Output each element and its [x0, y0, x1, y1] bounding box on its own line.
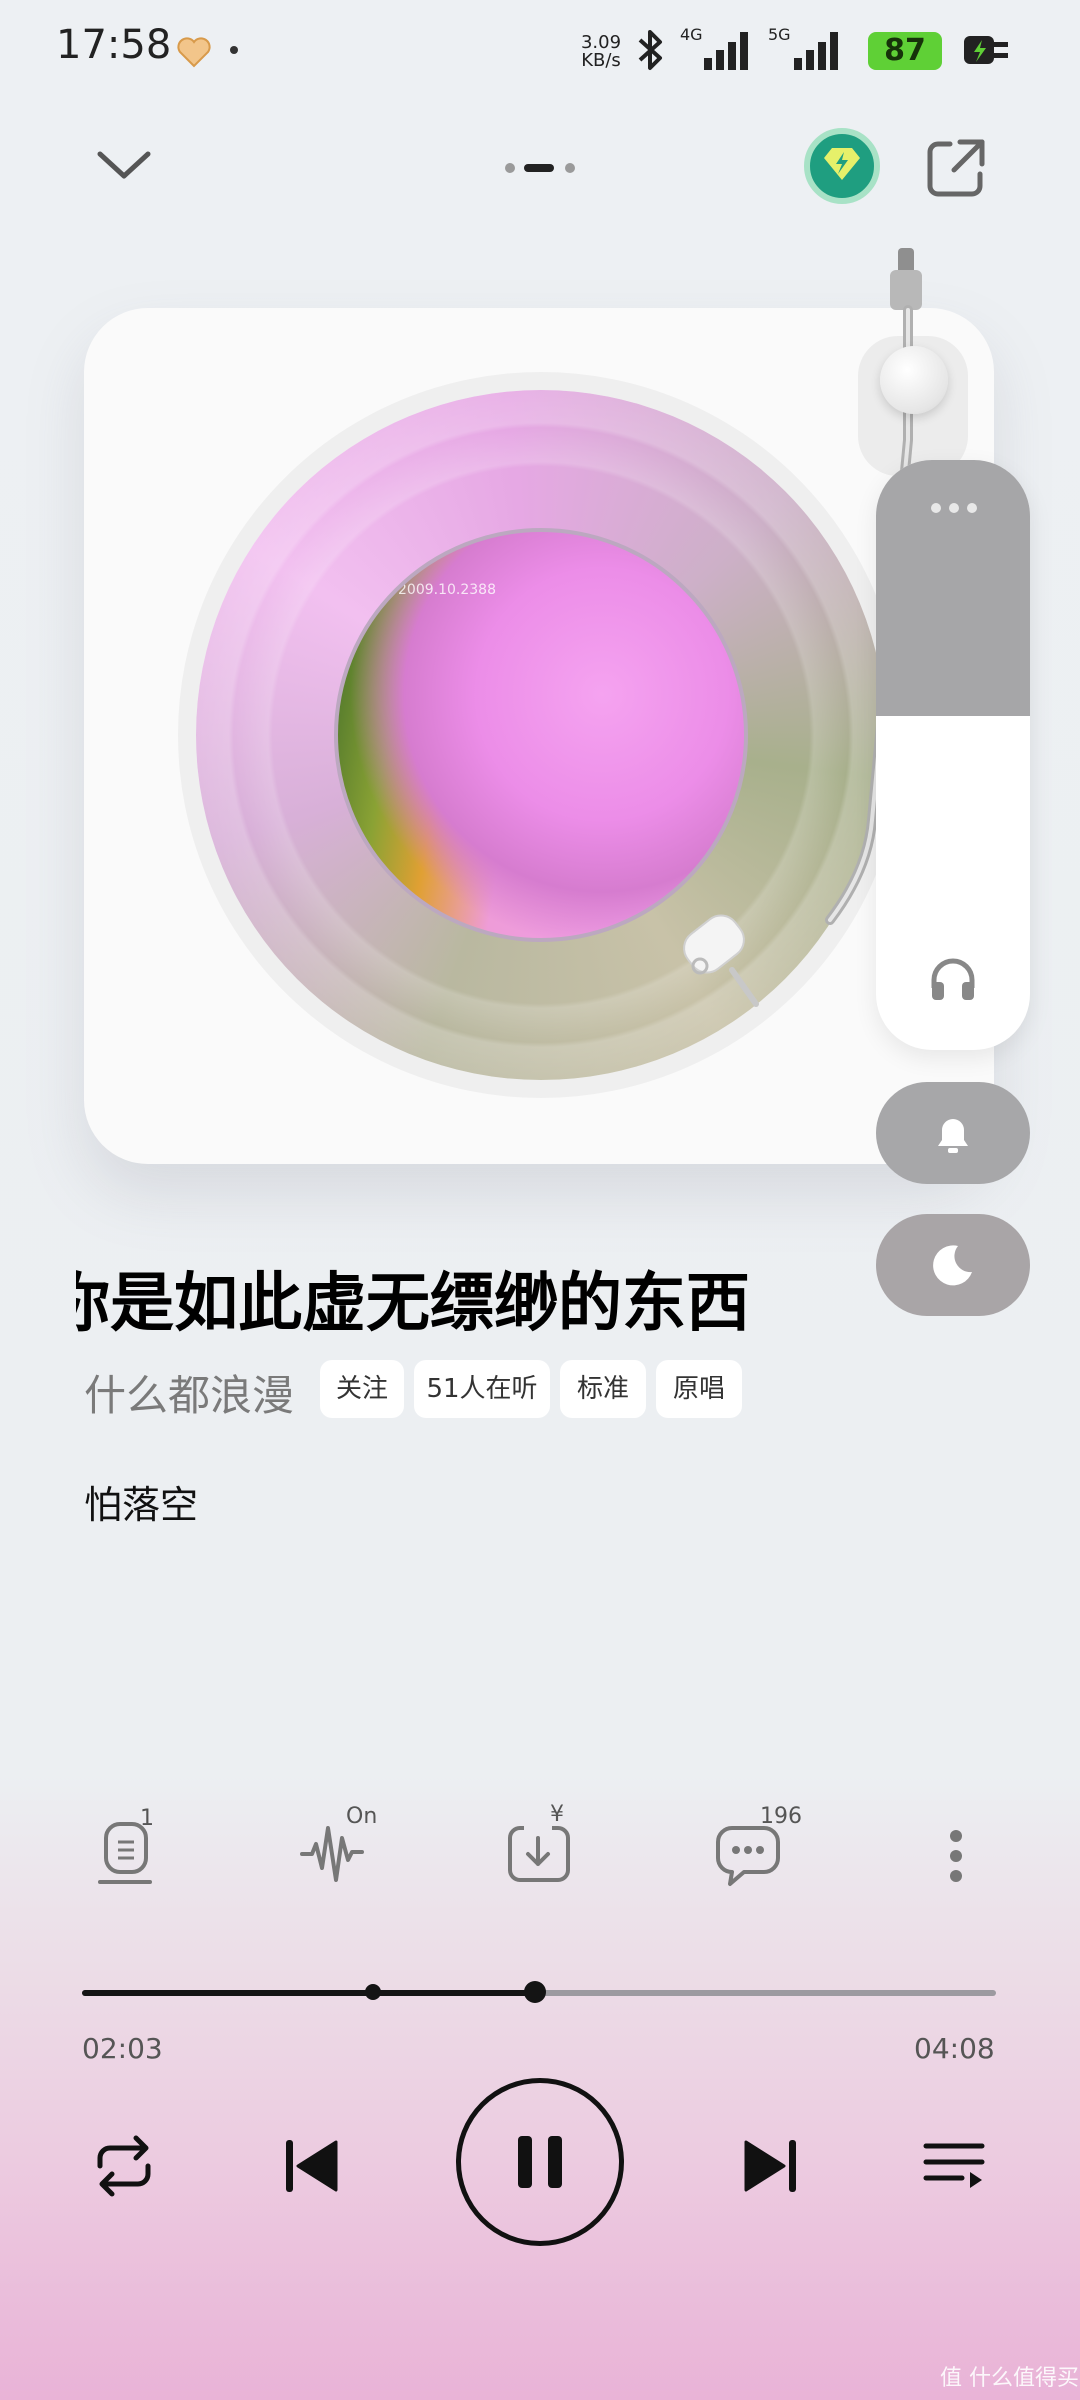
more-dots-icon[interactable] [928, 500, 980, 516]
follow-button[interactable]: 关注 [320, 1360, 404, 1418]
bluetooth-icon [638, 30, 662, 70]
network-speed: 3.09 KB/s [576, 34, 626, 70]
listener-count-chip[interactable]: 51人在听 [414, 1360, 550, 1418]
lyrics-poster-button[interactable]: 1 [90, 1806, 170, 1894]
share-button[interactable] [920, 132, 992, 204]
repeat-button[interactable] [84, 2126, 164, 2206]
progress-climax-marker[interactable] [364, 1984, 381, 2000]
signal-4g-icon: 4G [680, 25, 748, 70]
total-time: 04:08 [914, 2032, 995, 2065]
headphone-icon [931, 958, 975, 1000]
current-time: 02:03 [82, 2032, 163, 2065]
playlist-button[interactable] [918, 2130, 990, 2202]
notification-bell-button[interactable] [876, 1082, 1030, 1184]
download-price-badge: ¥ [550, 1802, 564, 1827]
diamond-lightning-icon [824, 148, 860, 180]
audio-quality-chip[interactable]: 标准 [560, 1360, 646, 1418]
play-pause-button[interactable] [456, 2078, 624, 2246]
page-indicator[interactable] [504, 160, 578, 176]
tonearm-knob [880, 346, 948, 414]
sound-effect-badge: On [346, 1804, 378, 1829]
moon-icon [933, 1245, 972, 1286]
pause-icon [518, 2136, 562, 2188]
progress-thumb[interactable] [524, 1981, 547, 2003]
sound-effect-button[interactable]: On [296, 1804, 377, 1894]
lyrics-icon [98, 1822, 152, 1884]
network-1-label: 4G [680, 25, 703, 44]
more-vertical-icon [950, 1830, 962, 1882]
watermark: 值 什么值得买 [940, 2366, 1079, 2391]
artist-name[interactable]: 什么都浪漫 [84, 1362, 294, 1423]
notification-dot [230, 46, 238, 54]
song-title: 你是如此虚无缥缈的东西 [76, 1252, 796, 1336]
sleep-mode-button[interactable] [876, 1214, 1030, 1316]
charging-plug-icon [964, 36, 1008, 64]
comment-count-badge: 196 [760, 1804, 802, 1829]
download-button[interactable]: ¥ [500, 1802, 580, 1894]
side-volume-panel[interactable] [876, 460, 1030, 1050]
network-speed-unit: KB/s [581, 50, 621, 71]
more-options-button[interactable] [916, 1814, 996, 1894]
handshake-heart-icon [177, 37, 211, 68]
network-2-label: 5G [768, 25, 791, 44]
status-time: 17:58 [56, 22, 172, 68]
battery-level: 87 [868, 32, 942, 70]
download-icon [508, 1826, 570, 1882]
lyrics-badge: 1 [140, 1806, 154, 1831]
current-lyric[interactable]: 怕落空 [84, 1474, 198, 1529]
bell-icon [938, 1119, 968, 1153]
song-title-text: 你是如此虚无缥缈的东西 [76, 1267, 750, 1336]
comments-button[interactable]: 196 [710, 1804, 802, 1894]
progress-bar[interactable] [82, 1981, 996, 2003]
progress-fill [82, 1990, 536, 1996]
next-track-button[interactable] [734, 2130, 806, 2202]
volume-level-fill[interactable] [876, 460, 1030, 716]
original-version-chip[interactable]: 原唱 [656, 1360, 742, 1418]
signal-5g-icon: 5G [768, 25, 838, 70]
previous-track-button[interactable] [276, 2130, 348, 2202]
collapse-player-button[interactable] [92, 134, 156, 198]
album-art-caption: 2009.10.2388 [398, 582, 496, 598]
vip-diamond-button[interactable] [804, 128, 880, 204]
